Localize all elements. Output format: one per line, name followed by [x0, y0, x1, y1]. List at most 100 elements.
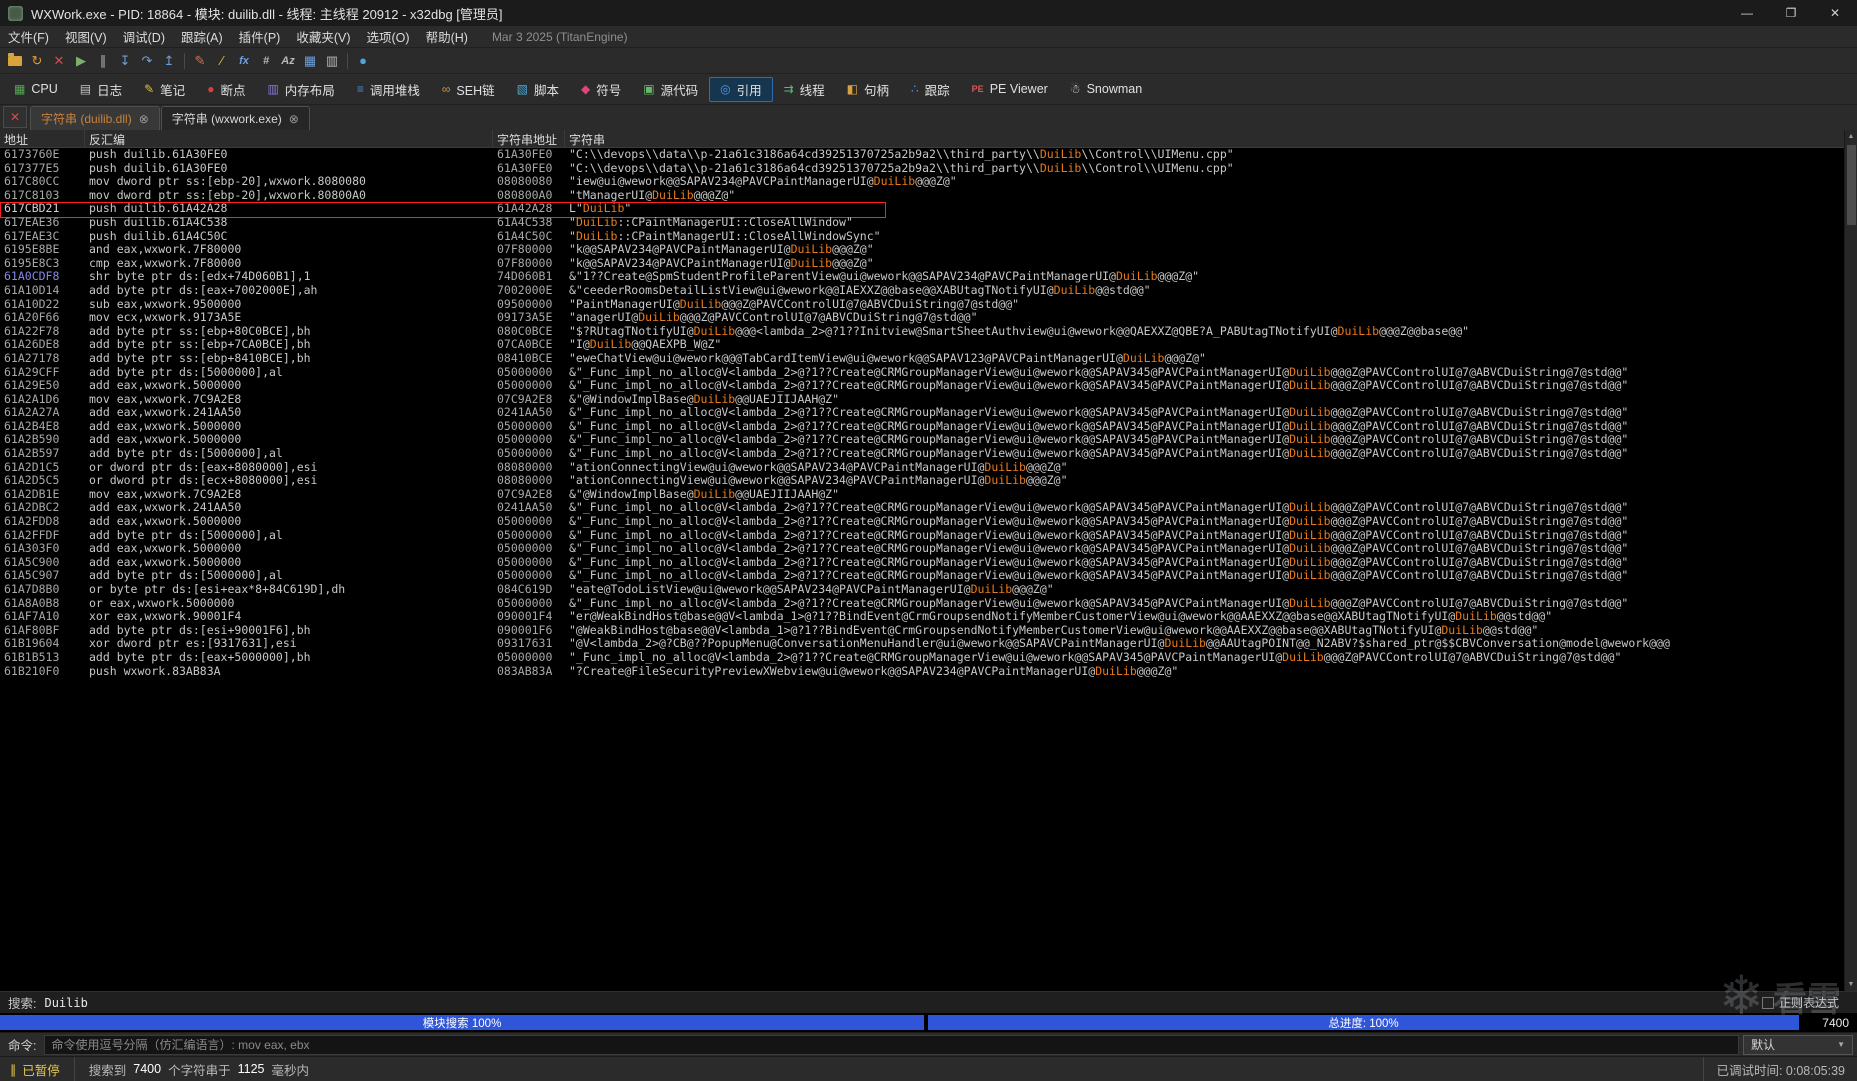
table-row[interactable]: 61A5C900add eax,wxwork.500000005000000&"…: [0, 556, 1857, 570]
search-input[interactable]: Duilib: [44, 996, 87, 1010]
tab-references[interactable]: ◎引用: [709, 77, 773, 102]
menu-item-6[interactable]: 选项(O): [359, 27, 418, 46]
step-over-icon[interactable]: ↷: [136, 50, 158, 72]
table-row[interactable]: 617377E5push duilib.61A30FE061A30FE0"C:\…: [0, 162, 1857, 176]
globe-icon[interactable]: ●: [352, 50, 374, 72]
table-row[interactable]: 61A303F0add eax,wxwork.500000005000000&"…: [0, 542, 1857, 556]
regex-checkbox[interactable]: [1762, 997, 1774, 1009]
table-row[interactable]: 61A2B597add byte ptr ds:[5000000],al0500…: [0, 447, 1857, 461]
search-result-status: 搜索到 7400 个字符串于 1125 毫秒内: [75, 1060, 323, 1079]
doc-tab-1[interactable]: 字符串 (wxwork.exe)⊗: [161, 106, 310, 130]
table-row[interactable]: 61A0CDF8shr byte ptr ds:[edx+74D060B1],1…: [0, 270, 1857, 284]
tab-snowman[interactable]: ☃Snowman: [1059, 77, 1153, 102]
edit-icon[interactable]: ✎: [189, 50, 211, 72]
close-all-tabs-button[interactable]: ✕: [3, 106, 27, 128]
tab-log[interactable]: ▤日志: [69, 77, 133, 102]
table-row[interactable]: 617C8103mov dword ptr ss:[ebp-20],wxwork…: [0, 189, 1857, 203]
table-row[interactable]: 61A5C907add byte ptr ds:[5000000],al0500…: [0, 569, 1857, 583]
table-row[interactable]: 61A7D8B0or byte ptr ds:[esi+eax*8+84C619…: [0, 583, 1857, 597]
minimize-button[interactable]: —: [1725, 0, 1769, 26]
tab-breakpoints[interactable]: ●断点: [196, 77, 256, 102]
function-icon[interactable]: fx: [233, 50, 255, 72]
tab-close-icon[interactable]: ⊗: [289, 112, 299, 126]
table-row[interactable]: 61A10D22sub eax,wxwork.950000009500000"P…: [0, 298, 1857, 312]
table-row[interactable]: 61B1B513add byte ptr ds:[eax+5000000],bh…: [0, 651, 1857, 665]
table-row[interactable]: 61A2DB1Emov eax,wxwork.7C9A2E807C9A2E8&"…: [0, 488, 1857, 502]
table-row[interactable]: 61AF7A10xor eax,wxwork.90001F4090001F4"e…: [0, 610, 1857, 624]
table-row[interactable]: 61B210F0push wxwork.83AB83A083AB83A"?Cre…: [0, 665, 1857, 679]
stop-icon[interactable]: ✕: [48, 50, 70, 72]
table-row[interactable]: 61A2A27Aadd eax,wxwork.241AA500241AA50&"…: [0, 406, 1857, 420]
scroll-up-icon[interactable]: ▲: [1845, 130, 1857, 143]
tab-notes[interactable]: ✎笔记: [133, 77, 196, 102]
table-row[interactable]: 61A29CFFadd byte ptr ds:[5000000],al0500…: [0, 366, 1857, 380]
step-out-icon[interactable]: ↥: [158, 50, 180, 72]
tab-pe-viewer[interactable]: PEPE Viewer: [961, 77, 1059, 102]
restart-icon[interactable]: ↻: [26, 50, 48, 72]
tab-symbols[interactable]: ◆符号: [570, 77, 632, 102]
menu-item-3[interactable]: 跟踪(A): [173, 27, 231, 46]
scroll-down-icon[interactable]: ▼: [1845, 978, 1857, 991]
tab-close-icon[interactable]: ⊗: [139, 112, 149, 126]
menu-item-2[interactable]: 调试(D): [115, 27, 173, 46]
table-row[interactable]: 617CBD21push duilib.61A42A2861A42A28L"Du…: [0, 202, 1857, 216]
pause-icon[interactable]: ∥: [92, 50, 114, 72]
menu-item-5[interactable]: 收藏夹(V): [288, 27, 358, 46]
column-header-string[interactable]: 字符串: [565, 130, 1857, 147]
table-row[interactable]: 6173760Epush duilib.61A30FE061A30FE0"C:\…: [0, 148, 1857, 162]
table-row[interactable]: 61A2D1C5or dword ptr ds:[eax+8080000],es…: [0, 461, 1857, 475]
menu-item-0[interactable]: 文件(F): [0, 27, 57, 46]
table-row[interactable]: 61A22F78add byte ptr ss:[ebp+80C0BCE],bh…: [0, 325, 1857, 339]
vertical-scrollbar[interactable]: ▲ ▼: [1844, 130, 1857, 991]
tab-handles[interactable]: ◧句柄: [836, 77, 900, 102]
table-row[interactable]: 61A2A1D6mov eax,wxwork.7C9A2E807C9A2E8&"…: [0, 393, 1857, 407]
tab-memory-map[interactable]: ▥内存布局: [256, 77, 345, 102]
table-row[interactable]: 61A2FFDFadd byte ptr ds:[5000000],al0500…: [0, 529, 1857, 543]
menu-item-7[interactable]: 帮助(H): [418, 27, 476, 46]
menu-item-4[interactable]: 插件(P): [231, 27, 289, 46]
table-row[interactable]: 61A10D14add byte ptr ds:[eax+7002000E],a…: [0, 284, 1857, 298]
table-row[interactable]: 61A29E50add eax,wxwork.500000005000000&"…: [0, 379, 1857, 393]
table-row[interactable]: 61A26DE8add byte ptr ss:[ebp+7CA0BCE],bh…: [0, 338, 1857, 352]
tab-script[interactable]: ▧脚本: [506, 77, 570, 102]
command-input[interactable]: 命令使用逗号分隔（仿汇编语言）: mov eax, ebx: [44, 1035, 1739, 1055]
column-header-disassembly[interactable]: 反汇编: [85, 130, 493, 147]
tab-cpu[interactable]: ▦CPU: [3, 77, 69, 102]
table-row[interactable]: 61B19604xor dword ptr es:[9317631],esi09…: [0, 637, 1857, 651]
tab-threads[interactable]: ⇉线程: [773, 77, 836, 102]
hash-icon[interactable]: #: [255, 50, 277, 72]
doc-tab-0[interactable]: 字符串 (duilib.dll)⊗: [30, 106, 160, 130]
table-row[interactable]: 61A27178add byte ptr ss:[ebp+8410BCE],bh…: [0, 352, 1857, 366]
table-row[interactable]: 617EAE3Cpush duilib.61A4C50C61A4C50C"Dui…: [0, 230, 1857, 244]
tab-trace[interactable]: ∴跟踪: [900, 77, 961, 102]
table-row[interactable]: 61A2B4E8add eax,wxwork.500000005000000&"…: [0, 420, 1857, 434]
table-row[interactable]: 61A2B590add eax,wxwork.500000005000000&"…: [0, 433, 1857, 447]
column-header-address[interactable]: 地址: [0, 130, 85, 147]
scrollbar-thumb[interactable]: [1847, 145, 1856, 225]
tab-seh-chain[interactable]: ∞SEH链: [431, 77, 506, 102]
command-profile-dropdown[interactable]: 默认 ▼: [1743, 1035, 1853, 1055]
close-button[interactable]: ✕: [1813, 0, 1857, 26]
table-row[interactable]: 61A2DBC2add eax,wxwork.241AA500241AA50&"…: [0, 501, 1857, 515]
table-row[interactable]: 617EAE36push duilib.61A4C53861A4C538"Dui…: [0, 216, 1857, 230]
table-row[interactable]: 61AF80BFadd byte ptr ds:[esi+90001F6],bh…: [0, 624, 1857, 638]
layout-icon[interactable]: ▥: [321, 50, 343, 72]
open-file-icon[interactable]: [4, 50, 26, 72]
maximize-button[interactable]: ❐: [1769, 0, 1813, 26]
tab-call-stack[interactable]: ≡调用堆栈: [346, 77, 431, 102]
table-row[interactable]: 617C80CCmov dword ptr ss:[ebp-20],wxwork…: [0, 175, 1857, 189]
tab-source[interactable]: ▣源代码: [632, 77, 709, 102]
column-header-string-address[interactable]: 字符串地址: [493, 130, 565, 147]
table-row[interactable]: 6195E8C3cmp eax,wxwork.7F8000007F80000"k…: [0, 257, 1857, 271]
step-into-icon[interactable]: ↧: [114, 50, 136, 72]
strings-az-icon[interactable]: Az: [277, 50, 299, 72]
table-row[interactable]: 61A20F66mov ecx,wxwork.9173A5E09173A5E"a…: [0, 311, 1857, 325]
table-row[interactable]: 61A2FDD8add eax,wxwork.500000005000000&"…: [0, 515, 1857, 529]
table-row[interactable]: 61A8A0B8or eax,wxwork.500000005000000&"_…: [0, 597, 1857, 611]
run-icon[interactable]: ▶: [70, 50, 92, 72]
patch-icon[interactable]: ∕: [211, 50, 233, 72]
memory-icon[interactable]: ▦: [299, 50, 321, 72]
table-row[interactable]: 61A2D5C5or dword ptr ds:[ecx+8080000],es…: [0, 474, 1857, 488]
table-row[interactable]: 6195E8BEand eax,wxwork.7F8000007F80000"k…: [0, 243, 1857, 257]
menu-item-1[interactable]: 视图(V): [57, 27, 115, 46]
